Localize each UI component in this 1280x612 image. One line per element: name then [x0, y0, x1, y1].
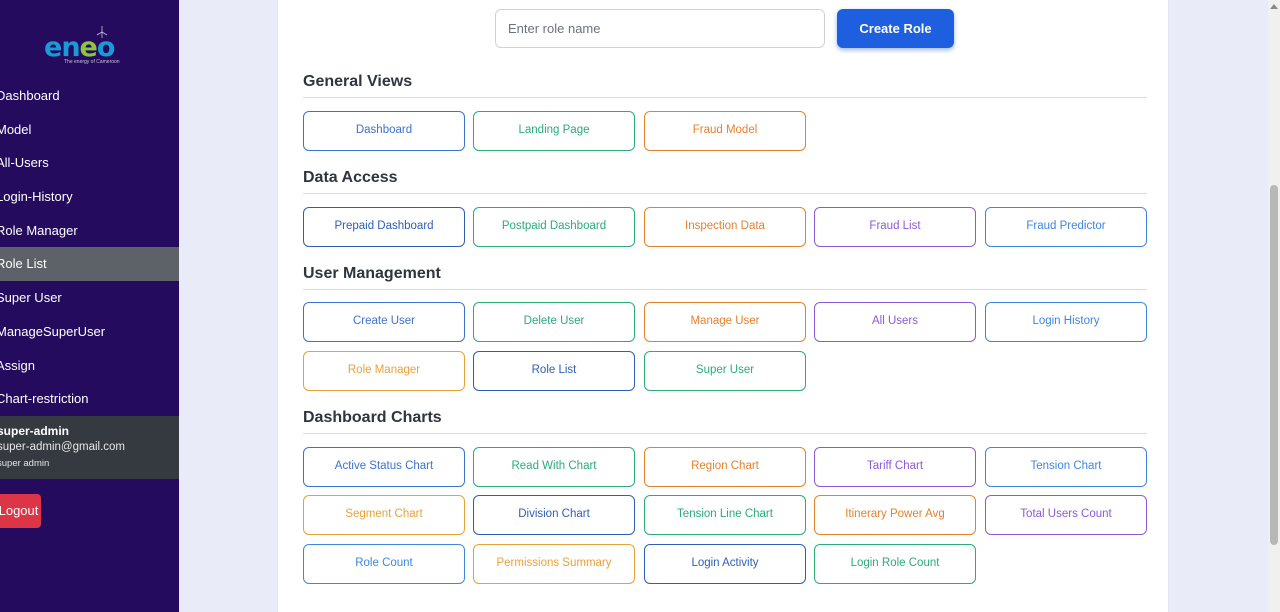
sidebar-nav: Dashboard Model All-Users Login-History … [0, 79, 179, 416]
sidebar-item-dashboard[interactable]: Dashboard [0, 79, 179, 113]
logo-tagline: The energy of Cameroon [64, 59, 120, 65]
permission-role-manager[interactable]: Role Manager [303, 351, 465, 391]
permission-login-history[interactable]: Login History [985, 302, 1147, 342]
permission-login-activity[interactable]: Login Activity [644, 544, 806, 584]
sidebar-item-login-history[interactable]: Login-History [0, 180, 179, 214]
user-email: super-admin@gmail.com [0, 441, 125, 453]
section-title-user-management: User Management [303, 265, 441, 282]
permission-fraud-predictor[interactable]: Fraud Predictor [985, 207, 1147, 247]
logout-button[interactable]: Logout [0, 494, 41, 528]
user-name: super-admin [0, 424, 70, 438]
sidebar-item-role-list[interactable]: Role List [0, 247, 179, 282]
section-title-data-access: Data Access [303, 169, 398, 186]
sidebar-item-role-manager[interactable]: Role Manager [0, 214, 179, 248]
sidebar: eneo The energy of Cameroon Dashboard Mo… [0, 0, 179, 612]
permission-all-users[interactable]: All Users [814, 302, 976, 342]
permission-total-users-count[interactable]: Total Users Count [985, 495, 1147, 535]
permission-dashboard[interactable]: Dashboard [303, 111, 465, 151]
section-title-dashboard-charts: Dashboard Charts [303, 409, 442, 426]
sidebar-item-manage-super-user[interactable]: ManageSuperUser [0, 315, 179, 349]
user-info-panel: super-admin super-admin@gmail.com super … [0, 416, 179, 479]
permission-inspection-data[interactable]: Inspection Data [644, 207, 806, 247]
section-divider [303, 97, 1147, 98]
permission-role-count[interactable]: Role Count [303, 544, 465, 584]
permission-role-list[interactable]: Role List [473, 351, 635, 391]
sidebar-item-model[interactable]: Model [0, 113, 179, 147]
permission-fraud-list[interactable]: Fraud List [814, 207, 976, 247]
permission-postpaid-dashboard[interactable]: Postpaid Dashboard [473, 207, 635, 247]
sidebar-item-super-user[interactable]: Super User [0, 281, 179, 315]
permission-fraud-model[interactable]: Fraud Model [644, 111, 806, 151]
permission-tension-chart[interactable]: Tension Chart [985, 447, 1147, 487]
scroll-up-arrow-icon[interactable] [1270, 4, 1278, 9]
eneo-logo: eneo The energy of Cameroon [44, 26, 134, 70]
create-role-button[interactable]: Create Role [837, 9, 954, 48]
permission-segment-chart[interactable]: Segment Chart [303, 495, 465, 535]
scrollbar-thumb[interactable] [1270, 185, 1278, 545]
sidebar-item-chart-restriction[interactable]: Chart-restriction [0, 382, 179, 416]
page-scrollbar[interactable] [1268, 0, 1280, 612]
role-list-card: Create Role General Views Dashboard Land… [277, 0, 1169, 612]
permission-landing-page[interactable]: Landing Page [473, 111, 635, 151]
section-divider [303, 193, 1147, 194]
user-role: super admin [0, 458, 50, 469]
permission-read-with-chart[interactable]: Read With Chart [473, 447, 635, 487]
permission-login-role-count[interactable]: Login Role Count [814, 544, 976, 584]
permission-division-chart[interactable]: Division Chart [473, 495, 635, 535]
permission-permissions-summary[interactable]: Permissions Summary [473, 544, 635, 584]
permission-super-user[interactable]: Super User [644, 351, 806, 391]
permission-delete-user[interactable]: Delete User [473, 302, 635, 342]
section-title-general-views: General Views [303, 73, 413, 90]
permission-manage-user[interactable]: Manage User [644, 302, 806, 342]
permission-tariff-chart[interactable]: Tariff Chart [814, 447, 976, 487]
sidebar-item-all-users[interactable]: All-Users [0, 146, 179, 180]
permission-tension-line-chart[interactable]: Tension Line Chart [644, 495, 806, 535]
section-divider [303, 433, 1147, 434]
role-name-input[interactable] [495, 9, 825, 48]
permission-prepaid-dashboard[interactable]: Prepaid Dashboard [303, 207, 465, 247]
sidebar-item-assign[interactable]: Assign [0, 349, 179, 383]
section-divider [303, 289, 1147, 290]
permission-create-user[interactable]: Create User [303, 302, 465, 342]
permission-active-status-chart[interactable]: Active Status Chart [303, 447, 465, 487]
permission-itinerary-power-avg[interactable]: Itinerary Power Avg [814, 495, 976, 535]
permission-region-chart[interactable]: Region Chart [644, 447, 806, 487]
